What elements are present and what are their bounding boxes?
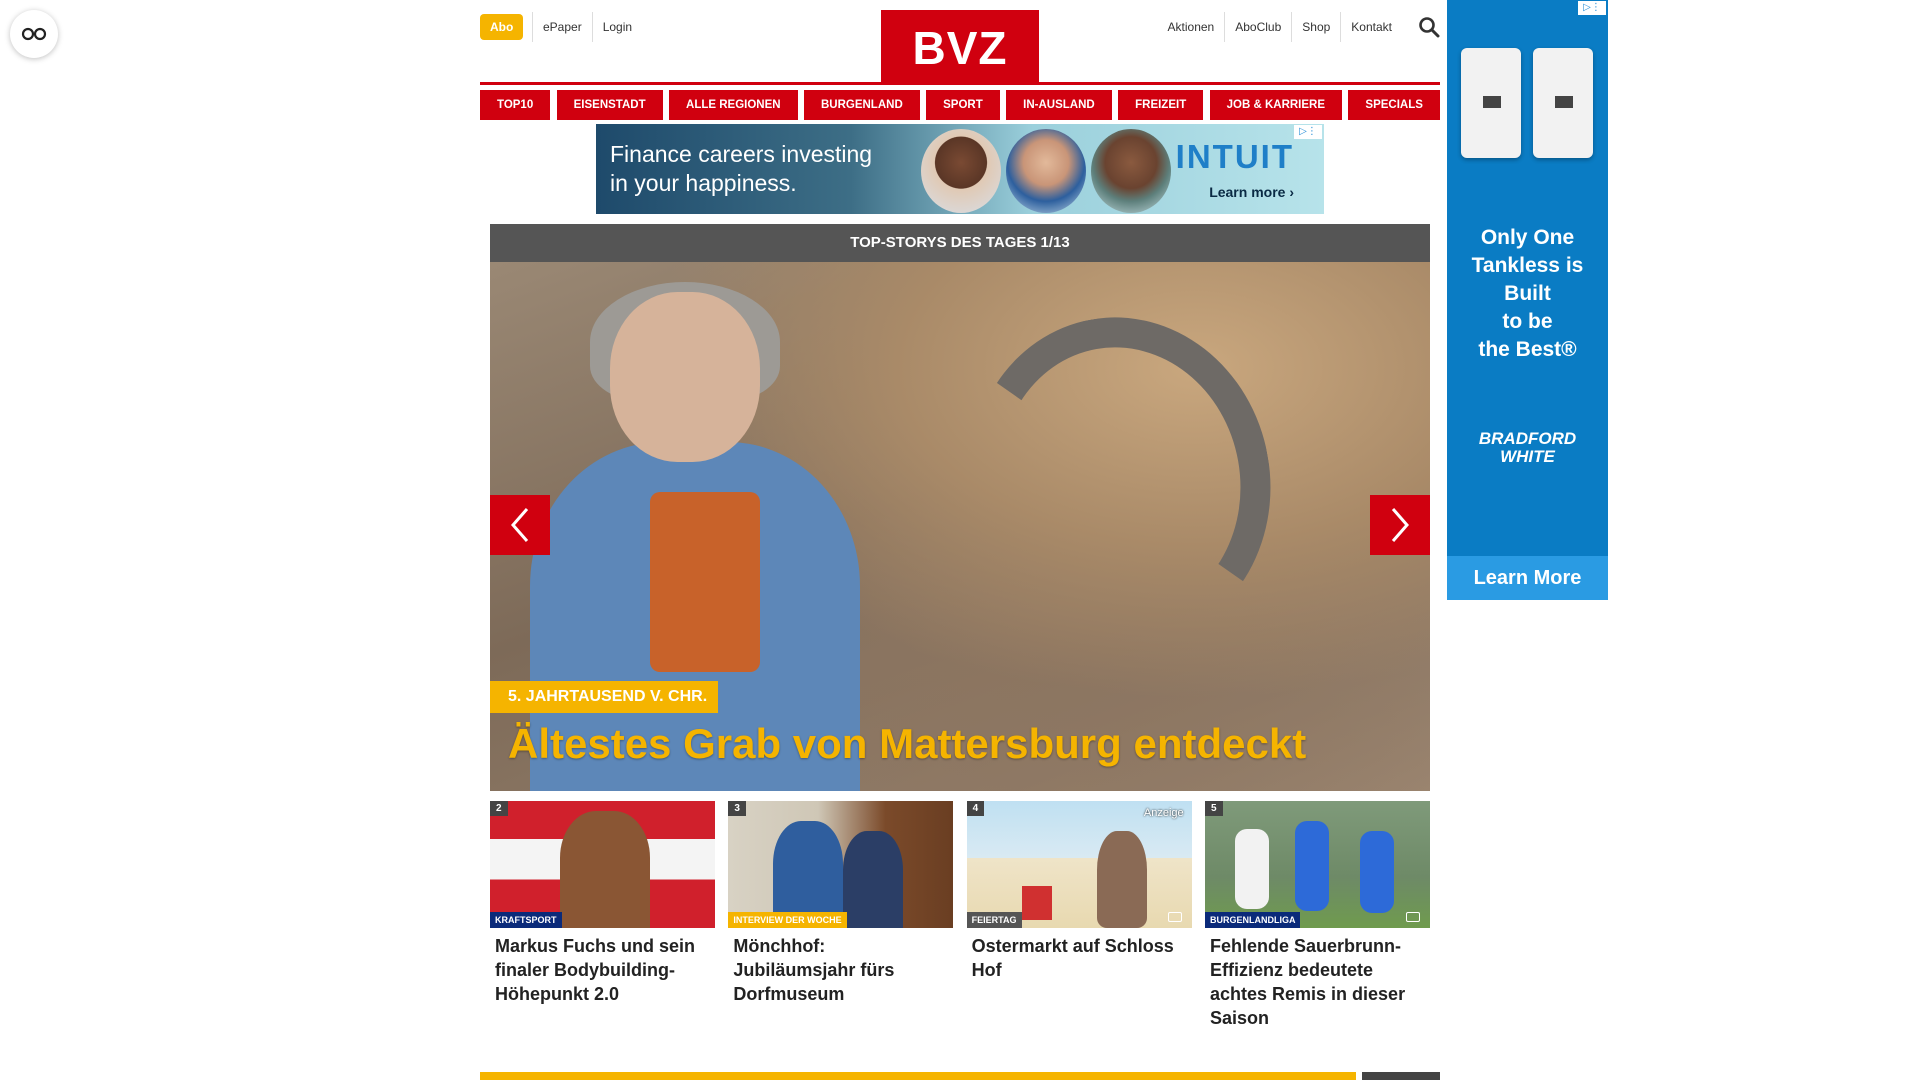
intuit-logo: INTUIT: [1175, 138, 1294, 175]
teaser-category: INTERVIEW DER WOCHE: [728, 912, 847, 928]
camera-icon: [1405, 912, 1420, 922]
teaser-category: KRAFTSPORT: [490, 912, 562, 928]
ad-message-line: to be: [1502, 310, 1553, 333]
ad-choices-icon[interactable]: ▷⋮: [1578, 1, 1606, 15]
abo-button[interactable]: Abo: [480, 14, 524, 40]
bodybuilder-figure: [560, 811, 650, 928]
teaser-number: 5: [1204, 801, 1223, 816]
teaser-card[interactable]: 3 INTERVIEW DER WOCHE Mönchhof: Jubiläum…: [728, 801, 954, 1030]
ad-message-line: Tankless is: [1471, 254, 1584, 277]
teaser-category: BURGENLANDLIGA: [1204, 912, 1301, 928]
teaser-thumbnail[interactable]: 5 BURGENLANDLIGA: [1204, 801, 1430, 928]
login-link[interactable]: Login: [591, 12, 642, 42]
player-figure: [1359, 831, 1394, 913]
teaser-card[interactable]: 5 BURGENLANDLIGA Fehlende Sauerbrunn-Eff…: [1204, 801, 1430, 1030]
aboclub-link[interactable]: AboClub: [1224, 12, 1291, 42]
bvz-logo[interactable]: BVZ: [881, 10, 1039, 84]
search-icon: [1419, 17, 1440, 38]
chevron-right-icon: [1391, 508, 1409, 542]
bradford-white-logo: BRADFORD WHITE: [1447, 430, 1608, 466]
camera-icon: [1167, 912, 1182, 922]
ad-person-photo: [1006, 129, 1086, 213]
teaser-row: 2 KRAFTSPORT Markus Fuchs und sein final…: [490, 801, 1430, 1030]
ad-choices-icon[interactable]: ▷⋮: [1294, 125, 1322, 139]
shop-link[interactable]: Shop: [1291, 12, 1340, 42]
bottom-section-bar: [480, 1072, 1356, 1080]
utility-nav-right: Aktionen AboClub Shop Kontakt: [1158, 12, 1402, 42]
aktionen-link[interactable]: Aktionen: [1158, 12, 1225, 42]
teaser-number: 4: [966, 801, 985, 816]
skyscraper-ad-message: Only One Tankless is Built to be the Bes…: [1447, 224, 1608, 364]
banner-ad-cta[interactable]: Learn more ›: [1209, 184, 1294, 200]
top-story-header: TOP-STORYS DES TAGES 1/13: [490, 224, 1430, 262]
banner-ad[interactable]: Finance careers investing in your happin…: [596, 124, 1324, 214]
nav-item-job-karriere[interactable]: JOB & KARRIERE: [1209, 90, 1343, 120]
water-heater-image: [1461, 48, 1521, 158]
player-figure: [1234, 829, 1269, 909]
banner-ad-line-2: in your happiness.: [610, 170, 797, 196]
glasses-icon: [21, 27, 47, 41]
nav-item-burgenland[interactable]: BURGENLAND: [803, 90, 920, 120]
woman-apron: [650, 492, 760, 672]
anzeige-label: Anzeige: [1143, 807, 1184, 819]
top-story-kicker: 5. JAHRTAUSEND V. CHR.: [490, 681, 719, 713]
easter-bunny-figure: [1096, 831, 1147, 928]
bottom-section-tab[interactable]: [1362, 1072, 1440, 1080]
page: Abo ePaper Login BVZ Aktionen AboClub Sh…: [0, 0, 1920, 1080]
banner-ad-text: Finance careers investing in your happin…: [610, 140, 872, 198]
woman-figure: [843, 831, 904, 928]
epaper-link[interactable]: ePaper: [532, 12, 592, 42]
skyscraper-ad[interactable]: Only One Tankless is Built to be the Bes…: [1447, 0, 1608, 600]
chevron-left-icon: [511, 508, 529, 542]
woman-figure: [530, 282, 860, 791]
nav-item-top10[interactable]: TOP10: [480, 90, 551, 120]
site-header: Abo ePaper Login BVZ Aktionen AboClub Sh…: [480, 0, 1440, 84]
search-button[interactable]: [1418, 16, 1440, 38]
top-story-headline[interactable]: Ältestes Grab von Mattersburg entdeckt: [508, 720, 1306, 768]
player-figure: [1294, 821, 1329, 911]
carousel-next-button[interactable]: [1370, 495, 1430, 555]
ad-person-photo: [921, 129, 1001, 213]
teaser-number: 3: [728, 801, 746, 816]
teaser-card[interactable]: 2 KRAFTSPORT Markus Fuchs und sein final…: [490, 801, 715, 1030]
teaser-title[interactable]: Ostermarkt auf Schloss Hof: [967, 928, 1192, 982]
brand-line: WHITE: [1500, 447, 1555, 466]
utility-nav-left: ePaper Login: [532, 12, 642, 42]
nav-item-freizeit[interactable]: FREIZEIT: [1118, 90, 1204, 120]
teaser-card[interactable]: 4 Anzeige FEIERTAG Ostermarkt auf Schlos…: [966, 801, 1192, 1030]
mammoth-tusk-shape: [943, 293, 1297, 671]
nav-item-alle-regionen[interactable]: ALLE REGIONEN: [669, 90, 798, 120]
ad-message-line: Built: [1504, 282, 1551, 305]
reader-mode-button[interactable]: [10, 10, 58, 58]
ad-person-photo: [1091, 129, 1171, 213]
teaser-thumbnail[interactable]: 4 Anzeige FEIERTAG: [966, 801, 1192, 928]
skyscraper-ad-cta[interactable]: Learn More: [1447, 556, 1608, 600]
teaser-thumbnail[interactable]: 2 KRAFTSPORT: [490, 801, 715, 928]
teaser-title[interactable]: Fehlende Sauerbrunn-Effizienz bedeutete …: [1205, 928, 1430, 1030]
ad-message-line: Only One: [1480, 226, 1575, 249]
teaser-title[interactable]: Markus Fuchs und sein finaler Bodybuildi…: [490, 928, 715, 1006]
top-story-carousel: TOP-STORYS DES TAGES 1/13 5. JAHRTAUSEND…: [490, 224, 1430, 791]
top-story-image[interactable]: 5. JAHRTAUSEND V. CHR. Ältestes Grab von…: [490, 262, 1430, 791]
kontakt-link[interactable]: Kontakt: [1340, 12, 1402, 42]
teaser-title[interactable]: Mönchhof: Jubiläumsjahr fürs Dorfmuseum: [728, 928, 953, 1006]
nav-item-in-ausland[interactable]: IN-AUSLAND: [1006, 90, 1112, 120]
flower-pot: [1021, 886, 1052, 920]
main-nav: TOP10 EISENSTADT ALLE REGIONEN BURGENLAN…: [480, 90, 1440, 120]
brand-line: BRADFORD: [1478, 429, 1577, 448]
teaser-thumbnail[interactable]: 3 INTERVIEW DER WOCHE: [728, 801, 954, 928]
header-divider: [480, 82, 1440, 85]
ad-message-line: the Best®: [1478, 338, 1577, 361]
carousel-prev-button[interactable]: [490, 495, 550, 555]
nav-item-specials[interactable]: SPECIALS: [1348, 90, 1440, 120]
nav-item-eisenstadt[interactable]: EISENSTADT: [556, 90, 663, 120]
water-heater-image: [1533, 48, 1593, 158]
banner-ad-line-1: Finance careers investing: [610, 141, 873, 167]
teaser-number: 2: [490, 801, 508, 816]
nav-item-sport[interactable]: SPORT: [926, 90, 1000, 120]
teaser-category: FEIERTAG: [966, 912, 1022, 928]
woman-face: [610, 292, 760, 462]
